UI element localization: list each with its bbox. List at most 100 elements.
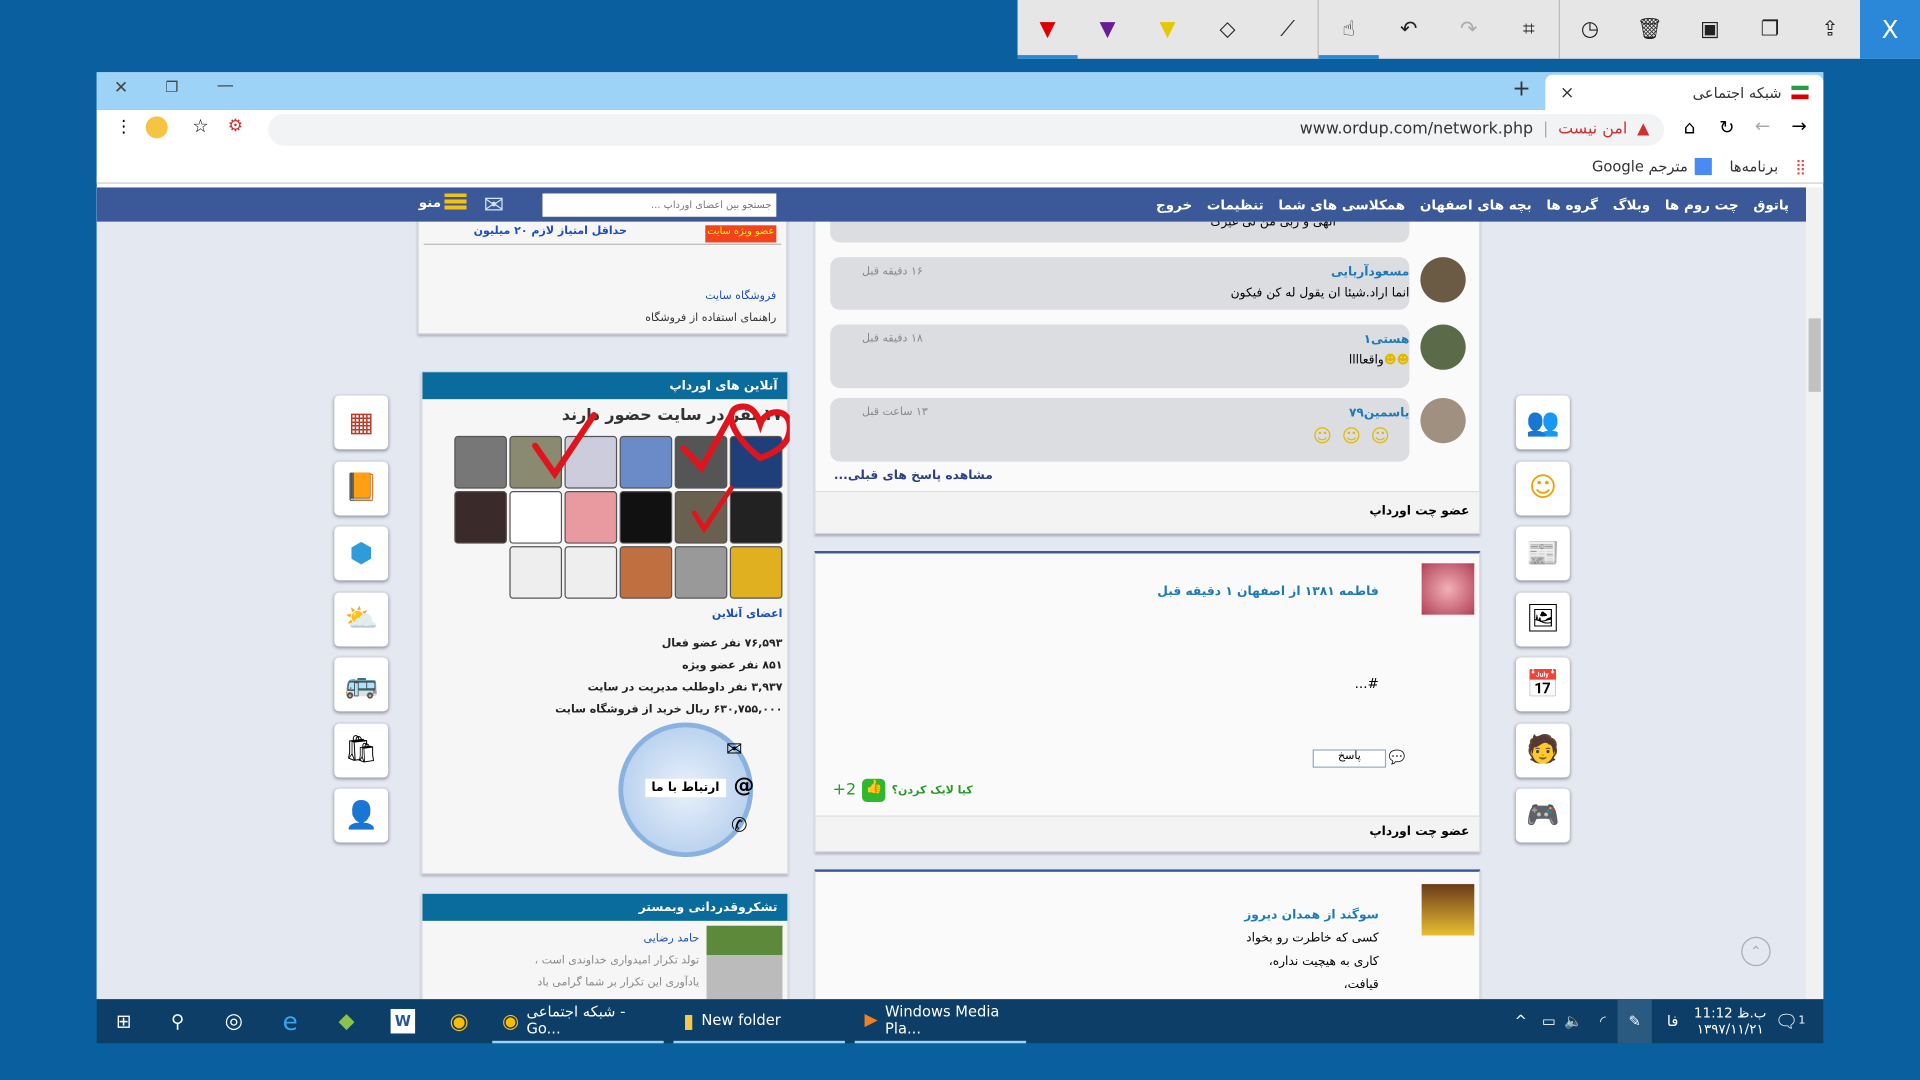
- edge-browser-icon[interactable]: e: [273, 999, 307, 1043]
- mail-icon[interactable]: ✉: [484, 190, 505, 219]
- shop-bag-icon[interactable]: 🛍: [334, 723, 389, 777]
- scrollbar-thumb[interactable]: [1808, 318, 1821, 392]
- nav-chatrooms[interactable]: چت روم ها: [1665, 197, 1739, 213]
- nav-blog[interactable]: وبلاگ: [1613, 197, 1650, 213]
- redo-icon[interactable]: ↷: [1439, 0, 1499, 59]
- taskbar-app-media-player[interactable]: ▶ Windows Media Pla...: [854, 999, 1027, 1044]
- battery-icon[interactable]: ▭: [1539, 999, 1559, 1043]
- scroll-to-top-icon[interactable]: ⌃: [1741, 936, 1771, 967]
- reply-button[interactable]: پاسخ: [1312, 749, 1387, 768]
- copy-icon[interactable]: ❐: [1740, 0, 1800, 59]
- undo-icon[interactable]: ↶: [1379, 0, 1439, 59]
- book-icon[interactable]: 📙: [334, 461, 389, 515]
- avatar[interactable]: [1420, 257, 1466, 303]
- pen-workspace-icon[interactable]: ✎: [1617, 999, 1652, 1044]
- volume-icon[interactable]: 🔈: [1564, 999, 1584, 1043]
- shop-link[interactable]: فروشگاه سایت: [705, 290, 776, 302]
- language-indicator[interactable]: فا: [1659, 999, 1686, 1043]
- bookmark-apps[interactable]: برنامه‌ها: [1729, 157, 1778, 174]
- close-button[interactable]: X: [1860, 0, 1920, 59]
- forward-icon[interactable]: →: [1791, 115, 1806, 137]
- nav-groups[interactable]: گروه ها: [1546, 197, 1598, 213]
- support-icon[interactable]: 👤: [334, 788, 389, 843]
- apps-grid-icon[interactable]: ⣿: [1795, 157, 1806, 174]
- page-scrollbar[interactable]: [1806, 187, 1824, 1000]
- crop-icon[interactable]: ⌗: [1499, 0, 1559, 59]
- star-icon[interactable]: ☆: [192, 115, 208, 137]
- chrome-icon[interactable]: ◉: [442, 999, 476, 1043]
- extension-icon[interactable]: ⚙: [228, 116, 243, 136]
- news-icon[interactable]: 📰: [1515, 526, 1570, 581]
- cortana-icon[interactable]: ◎: [217, 999, 251, 1043]
- home-icon[interactable]: ⌂: [1684, 116, 1696, 138]
- nav-settings[interactable]: تنظیمات: [1207, 197, 1264, 213]
- online-members-link[interactable]: اعضای آنلاین: [712, 609, 783, 621]
- action-center-icon[interactable]: 🗨 1: [1774, 999, 1806, 1043]
- bookmark-translate[interactable]: مترجم Google: [1592, 157, 1688, 174]
- search-icon[interactable]: ⚲: [160, 999, 194, 1043]
- taskbar-app-chrome[interactable]: ◉ شبکه اجتماعی - Go...: [492, 999, 664, 1044]
- save-icon[interactable]: ▣: [1680, 0, 1740, 59]
- weather-icon[interactable]: ⛅: [334, 592, 389, 646]
- nav-isfahan[interactable]: بچه های اصفهان: [1420, 197, 1532, 213]
- member-search-input[interactable]: [542, 193, 777, 217]
- ruler-icon[interactable]: ⟋: [1258, 0, 1318, 59]
- restore-window-button[interactable]: ❐: [165, 78, 178, 95]
- minimize-window-button[interactable]: —: [217, 76, 234, 96]
- tab-social-network[interactable]: شبکه اجتماعی ×: [1545, 74, 1824, 111]
- start-button[interactable]: ⊞: [107, 999, 141, 1043]
- omnibox[interactable]: ▲ امن نیست | www.ordup.com/network.php: [268, 113, 1665, 146]
- show-hidden-icons[interactable]: ^: [1512, 999, 1529, 1043]
- bluestacks-icon[interactable]: ◆: [329, 999, 363, 1043]
- wifi-icon[interactable]: ◜: [1593, 999, 1613, 1043]
- comment-author[interactable]: یاسمین۷۹: [1349, 407, 1409, 420]
- nav-hangout[interactable]: پاتوق: [1753, 197, 1789, 213]
- like-button[interactable]: 👍: [862, 778, 886, 803]
- view-more-replies-link[interactable]: مشاهده پاسخ های قبلی...: [834, 469, 993, 482]
- red-pen-icon[interactable]: ▼: [1017, 0, 1078, 59]
- avatar[interactable]: [1420, 324, 1466, 370]
- purple-pen-icon[interactable]: ▼: [1078, 0, 1138, 59]
- bus-icon[interactable]: 🚌: [334, 657, 389, 712]
- security-label[interactable]: امن نیست: [1558, 120, 1627, 138]
- comment-author[interactable]: مسعودآریایی: [1331, 266, 1409, 279]
- menu-button[interactable]: منو: [419, 193, 467, 211]
- calendar-icon[interactable]: 📅: [1515, 657, 1570, 712]
- avatar[interactable]: [1420, 397, 1466, 444]
- games-icon[interactable]: 🎮: [1515, 788, 1570, 843]
- taskbar-app-folder[interactable]: ▮ New folder: [673, 999, 845, 1044]
- cubes-icon[interactable]: ⬢: [334, 526, 389, 581]
- photos-icon[interactable]: 🖼: [1515, 592, 1570, 646]
- highlighter-icon[interactable]: ▼: [1138, 0, 1198, 59]
- menu-icon[interactable]: ⋮: [115, 118, 132, 138]
- contact-us-widget[interactable]: ارتباط با ما ✉ @ ✆: [618, 722, 754, 858]
- tab-close-button[interactable]: ×: [1560, 83, 1574, 103]
- avatar[interactable]: [1421, 884, 1475, 936]
- reload-icon[interactable]: ↻: [1719, 116, 1734, 138]
- new-tab-button[interactable]: +: [1512, 76, 1530, 102]
- avatar[interactable]: [1421, 563, 1475, 615]
- post-header[interactable]: فاطمه ۱۳۸۱ از اصفهان ۱ دقیقه قبل: [1157, 585, 1378, 598]
- emoticon-icon[interactable]: ☺: [1515, 461, 1570, 515]
- avatar-icon[interactable]: 🧑: [1515, 723, 1570, 777]
- shop-guide-link[interactable]: راهنمای استفاده از فروشگاه: [645, 312, 776, 324]
- who-liked-link[interactable]: کیا لایک کردن؟: [892, 784, 973, 796]
- close-window-button[interactable]: ✕: [114, 78, 128, 98]
- post-header[interactable]: سوگند از همدان دیروز: [1244, 904, 1379, 927]
- users-icon[interactable]: 👥: [1515, 395, 1570, 450]
- eraser-icon[interactable]: ◇: [1198, 0, 1258, 59]
- touch-writing-icon[interactable]: ☝: [1318, 0, 1379, 59]
- nav-classmates[interactable]: همکلاسی های شما: [1278, 197, 1405, 213]
- share-icon[interactable]: ⇪: [1800, 0, 1860, 59]
- back-icon[interactable]: ←: [1755, 115, 1770, 137]
- history-icon[interactable]: ◷: [1560, 0, 1620, 59]
- url-text[interactable]: www.ordup.com/network.php: [1300, 120, 1533, 138]
- friends-icon[interactable]: ▦: [334, 395, 389, 450]
- nav-logout[interactable]: خروج: [1156, 197, 1192, 213]
- clock[interactable]: 11:12 ب.ظ ۱۳۹۷/۱۱/۲۱: [1693, 999, 1767, 1043]
- emoji-extension-icon[interactable]: [145, 116, 168, 139]
- word-icon[interactable]: W: [390, 1008, 416, 1034]
- thanks-name[interactable]: حامد رضایی: [535, 928, 700, 950]
- delete-icon[interactable]: 🗑: [1620, 0, 1680, 59]
- comment-author[interactable]: هستی۱: [1364, 333, 1410, 346]
